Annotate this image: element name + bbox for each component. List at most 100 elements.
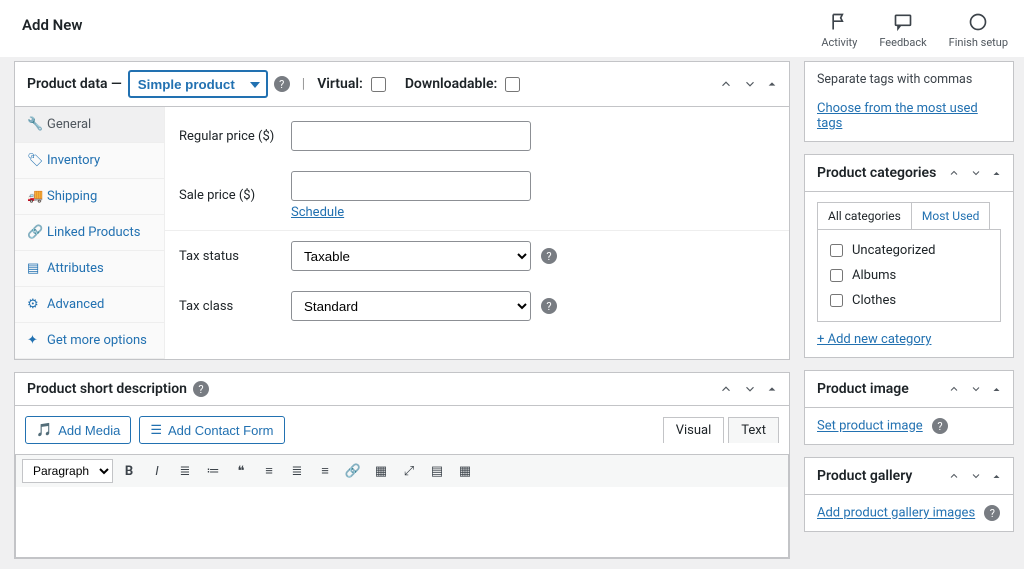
circle-icon	[968, 12, 988, 32]
chevron-down-icon[interactable]	[743, 77, 757, 91]
number-list-button[interactable]: ≔	[201, 459, 225, 483]
caret-up-icon[interactable]	[767, 79, 777, 89]
sparkle-icon: ✦	[27, 333, 41, 348]
format-select[interactable]: Paragraph	[22, 459, 113, 483]
add-gallery-images-link[interactable]: Add product gallery images	[817, 506, 975, 521]
product-gallery-title: Product gallery	[817, 468, 912, 484]
toolbar-toggle-button[interactable]: ▤	[425, 459, 449, 483]
tab-advanced[interactable]: ⚙Advanced	[15, 287, 164, 323]
italic-button[interactable]: I	[145, 459, 169, 483]
product-data-panel: Product data — Simple product ? | Virtua…	[14, 61, 790, 360]
category-item[interactable]: Uncategorized	[826, 238, 992, 263]
page-title: Add New	[22, 16, 82, 34]
cat-tab-all[interactable]: All categories	[818, 203, 912, 229]
align-left-button[interactable]: ≡	[257, 459, 281, 483]
chevron-up-icon[interactable]	[948, 383, 960, 395]
product-tags-panel: Separate tags with commas Choose from th…	[804, 61, 1014, 142]
tab-get-more-options[interactable]: ✦Get more options	[15, 323, 164, 359]
product-categories-panel: Product categories All categories Most U…	[804, 154, 1014, 358]
link-button[interactable]: 🔗	[341, 459, 365, 483]
wrench-icon: 🔧	[27, 117, 41, 132]
product-image-panel: Product image Set product image ?	[804, 370, 1014, 445]
virtual-checkbox[interactable]	[371, 77, 386, 92]
product-data-title: Product data —	[27, 76, 122, 92]
caret-up-icon[interactable]	[992, 472, 1001, 481]
quote-button[interactable]: ❝	[229, 459, 253, 483]
caret-up-icon[interactable]	[992, 385, 1001, 394]
media-icon: 🎵	[36, 422, 52, 438]
text-tab[interactable]: Text	[728, 417, 779, 443]
cat-tab-most-used[interactable]: Most Used	[912, 203, 990, 229]
regular-price-label: Regular price ($)	[179, 129, 291, 144]
tag-icon: 🏷	[27, 153, 41, 168]
visual-tab[interactable]: Visual	[663, 417, 725, 443]
feedback-button[interactable]: Feedback	[879, 12, 926, 49]
tab-general[interactable]: 🔧General	[15, 107, 164, 143]
link-icon: 🔗	[27, 225, 41, 240]
list-icon: ▤	[27, 261, 41, 276]
short-description-title: Product short description	[27, 381, 187, 397]
category-item[interactable]: Albums	[826, 263, 992, 288]
chevron-down-icon[interactable]	[970, 383, 982, 395]
short-description-panel: Product short description ? 🎵Add Media ☰…	[14, 372, 790, 559]
chevron-down-icon[interactable]	[970, 167, 982, 179]
virtual-label: Virtual:	[317, 76, 363, 92]
tax-status-label: Tax status	[179, 249, 291, 264]
tab-linked-products[interactable]: 🔗Linked Products	[15, 215, 164, 251]
product-categories-title: Product categories	[817, 165, 936, 181]
category-item[interactable]: Clothes	[826, 288, 992, 313]
choose-tags-link[interactable]: Choose from the most used tags	[817, 101, 978, 131]
caret-up-icon[interactable]	[767, 384, 777, 394]
product-image-title: Product image	[817, 381, 909, 397]
help-icon[interactable]: ?	[541, 248, 557, 264]
tab-shipping[interactable]: 🚚Shipping	[15, 179, 164, 215]
truck-icon: 🚚	[27, 189, 41, 204]
form-icon: ☰	[150, 422, 162, 438]
product-gallery-panel: Product gallery Add product gallery imag…	[804, 457, 1014, 532]
caret-up-icon[interactable]	[992, 169, 1001, 178]
activity-button[interactable]: Activity	[821, 12, 857, 49]
help-icon[interactable]: ?	[932, 418, 948, 434]
help-icon[interactable]: ?	[193, 381, 209, 397]
gear-icon: ⚙	[27, 297, 41, 312]
align-center-button[interactable]: ≣	[285, 459, 309, 483]
chevron-up-icon[interactable]	[719, 382, 733, 396]
chevron-up-icon[interactable]	[719, 77, 733, 91]
editor-area[interactable]	[16, 487, 788, 557]
speech-icon	[893, 12, 913, 32]
product-type-select[interactable]: Simple product	[128, 70, 268, 98]
schedule-link[interactable]: Schedule	[291, 205, 531, 220]
help-icon[interactable]: ?	[984, 505, 1000, 521]
tab-inventory[interactable]: 🏷Inventory	[15, 143, 164, 179]
category-checkbox[interactable]	[830, 269, 843, 282]
tax-class-label: Tax class	[179, 299, 291, 314]
table-button[interactable]: ▦	[453, 459, 477, 483]
downloadable-checkbox[interactable]	[505, 77, 520, 92]
finish-setup-button[interactable]: Finish setup	[949, 12, 1008, 49]
tab-attributes[interactable]: ▤Attributes	[15, 251, 164, 287]
insert-button[interactable]: ▦	[369, 459, 393, 483]
bullet-list-button[interactable]: ≣	[173, 459, 197, 483]
chevron-down-icon[interactable]	[970, 470, 982, 482]
help-icon[interactable]: ?	[541, 298, 557, 314]
category-checkbox[interactable]	[830, 294, 843, 307]
category-checkbox[interactable]	[830, 244, 843, 257]
sale-price-label: Sale price ($)	[179, 188, 291, 203]
sale-price-input[interactable]	[291, 171, 531, 201]
chevron-up-icon[interactable]	[948, 470, 960, 482]
flag-icon	[829, 12, 849, 32]
tax-status-select[interactable]: Taxable	[291, 241, 531, 271]
fullscreen-button[interactable]: ⤢	[397, 459, 421, 483]
bold-button[interactable]: B	[117, 459, 141, 483]
chevron-down-icon[interactable]	[743, 382, 757, 396]
add-new-category-link[interactable]: + Add new category	[817, 332, 931, 347]
help-icon[interactable]: ?	[274, 76, 290, 92]
set-product-image-link[interactable]: Set product image	[817, 419, 923, 434]
add-media-button[interactable]: 🎵Add Media	[25, 416, 131, 444]
downloadable-label: Downloadable:	[405, 76, 498, 92]
regular-price-input[interactable]	[291, 121, 531, 151]
align-right-button[interactable]: ≡	[313, 459, 337, 483]
add-contact-form-button[interactable]: ☰Add Contact Form	[139, 416, 284, 444]
chevron-up-icon[interactable]	[948, 167, 960, 179]
tax-class-select[interactable]: Standard	[291, 291, 531, 321]
